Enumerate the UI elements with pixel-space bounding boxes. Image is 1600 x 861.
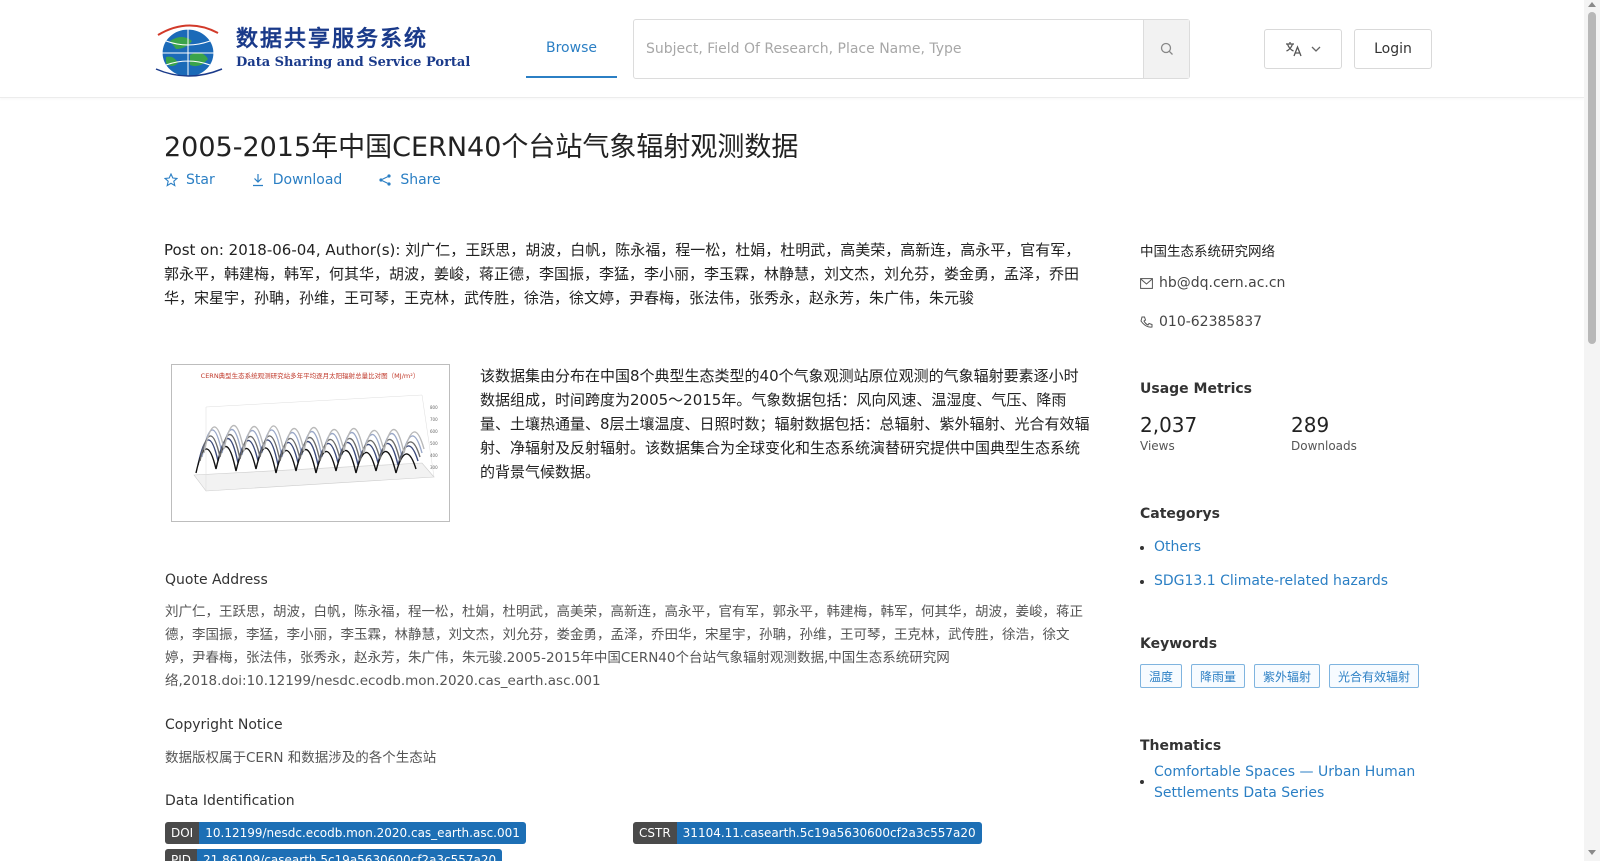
category-item-others[interactable]: Others [1140,537,1201,558]
category-item-sdg13[interactable]: SDG13.1 Climate-related hazards [1140,571,1388,592]
search-input[interactable] [634,20,1143,78]
copyright-text: 数据版权属于CERN 和数据涉及的各个生态站 [165,750,437,766]
usage-metrics-title: Usage Metrics [1140,381,1252,397]
quote-address-title: Quote Address [165,572,268,588]
thematic-label: Comfortable Spaces — Urban Human Settlem… [1154,764,1416,801]
dataset-actions: Star Download Share [164,172,441,188]
share-label: Share [400,172,441,188]
star-label: Star [186,172,215,188]
star-button[interactable]: Star [164,172,215,188]
keyword-tag[interactable]: 紫外辐射 [1254,664,1321,688]
site-logo[interactable]: 数据共享服务系统 Data Sharing and Service Portal [152,18,470,80]
phone-icon [1140,316,1153,328]
categories-title: Categorys [1140,506,1220,522]
download-label: Download [272,172,343,188]
doi-badge[interactable]: DOI 10.12199/nesdc.ecodb.mon.2020.cas_ea… [165,822,526,844]
copyright-title: Copyright Notice [165,717,283,733]
keyword-tag[interactable]: 降雨量 [1191,664,1246,688]
keyword-tag[interactable]: 光合有效辐射 [1329,664,1420,688]
bullet-icon [1140,580,1144,584]
contact-email[interactable]: hb@dq.cern.ac.cn [1140,275,1285,291]
radiation-chart-image: CERN典型生态系统观测研究站多年平均逐月太阳辐射总量比对图（MJ/m²） 80… [193,371,438,492]
download-icon [252,174,263,187]
data-identification-title: Data Identification [165,793,295,809]
contact-phone-text: 010-62385837 [1159,314,1263,330]
doi-value: 10.12199/nesdc.ecodb.mon.2020.cas_earth.… [199,822,526,844]
chevron-down-icon [1311,46,1321,52]
page-scrollbar[interactable] [1584,0,1600,861]
svg-text:300: 300 [430,465,438,470]
scroll-up-icon[interactable] [1588,2,1596,7]
globe-logo-icon [155,24,223,78]
doi-key: DOI [165,822,200,844]
cstr-value: 31104.11.casearth.5c19a5630600cf2a3c557a… [676,822,982,844]
bullet-icon [1140,546,1144,550]
site-header: 数据共享服务系统 Data Sharing and Service Portal… [0,0,1584,98]
svg-text:700: 700 [430,417,438,422]
nav-browse-tab[interactable]: Browse [526,20,617,78]
pid-badge[interactable]: PID 21.86109/casearth.5c19a5630600cf2a3c… [165,849,503,861]
post-info: Post on: 2018-06-04, Author(s): 刘广仁，王跃思，… [164,241,1081,307]
cstr-badge[interactable]: CSTR 31104.11.casearth.5c19a5630600cf2a3… [633,822,982,844]
views-metric: 2,037 Views [1140,413,1197,453]
organization-name: 中国生态系统研究网络 [1140,244,1275,260]
search-button[interactable] [1143,20,1189,78]
logo-title-cn: 数据共享服务系统 [236,27,429,52]
star-icon [164,173,178,187]
search-icon [1160,42,1173,55]
quote-address-text: 刘广仁，王跃思，胡波，白帆，陈永福，程一松，杜娟，杜明武，高美荣，高新连，高永平… [165,604,1083,689]
downloads-metric: 289 Downloads [1291,413,1357,453]
share-button[interactable]: Share [378,172,441,188]
svg-text:800: 800 [430,405,438,410]
search-bar [633,19,1190,79]
cstr-key: CSTR [633,822,677,844]
dataset-summary: 该数据集由分布在中国8个典型生态类型的40个气象观测站原位观测的气象辐射要素逐小… [480,367,1090,481]
thumbnail-caption: CERN典型生态系统观测研究站多年平均逐月太阳辐射总量比对图（MJ/m²） [201,371,420,380]
page-title: 2005-2015年中国CERN40个台站气象辐射观测数据 [164,132,799,163]
keywords-title: Keywords [1140,636,1218,652]
download-button[interactable]: Download [251,172,343,188]
pid-key: PID [165,849,198,861]
share-icon [379,174,391,186]
keyword-tag[interactable]: 温度 [1140,664,1183,688]
svg-text:500: 500 [430,441,438,446]
scroll-down-icon[interactable] [1588,850,1596,855]
thematics-title: Thematics [1140,738,1222,754]
keyword-list: 温度 降雨量 紫外辐射 光合有效辐射 [1140,664,1420,688]
svg-text:600: 600 [430,429,438,434]
scrollbar-thumb[interactable] [1588,12,1596,344]
translate-icon [1286,42,1302,57]
contact-email-text: hb@dq.cern.ac.cn [1159,275,1286,291]
downloads-label: Downloads [1291,439,1357,453]
contact-phone[interactable]: 010-62385837 [1140,314,1262,330]
views-label: Views [1140,439,1175,453]
login-button[interactable]: Login [1354,29,1432,69]
language-switcher[interactable] [1264,29,1342,69]
category-label: SDG13.1 Climate-related hazards [1154,573,1389,589]
views-value: 2,037 [1140,413,1198,437]
mail-icon [1140,277,1153,289]
logo-title-en: Data Sharing and Service Portal [236,55,471,70]
svg-text:400: 400 [430,453,438,458]
dataset-thumbnail[interactable]: CERN典型生态系统观测研究站多年平均逐月太阳辐射总量比对图（MJ/m²） 80… [171,364,450,522]
bullet-icon [1140,780,1144,784]
category-label: Others [1154,539,1202,555]
thematic-item[interactable]: Comfortable Spaces — Urban Human Settlem… [1140,762,1430,804]
downloads-value: 289 [1291,413,1330,437]
pid-value: 21.86109/casearth.5c19a5630600cf2a3c557a… [197,849,503,861]
